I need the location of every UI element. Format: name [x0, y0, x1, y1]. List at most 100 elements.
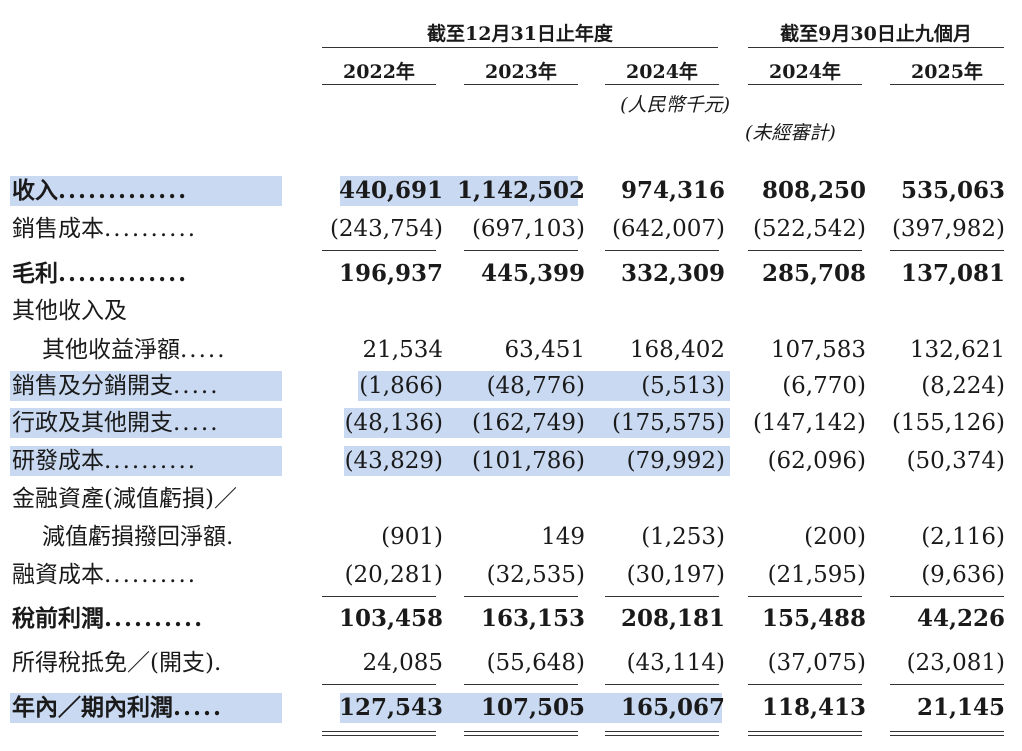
header-group-ninemonth: 截至9月30日止九個月: [780, 23, 972, 45]
row-label: 年內／期內利潤: [12, 694, 173, 721]
row-label: 所得稅抵免／(開支): [12, 650, 214, 676]
total-double-rule: [605, 731, 719, 736]
cell-2025-nine: 137,081: [900, 260, 1005, 287]
cell-2025-nine: (9,636): [921, 562, 1005, 588]
unaudited-note: (未經審計): [745, 122, 836, 144]
row-other-income-net: 其他收益淨額..... 21,534 63,451 168,402 107,58…: [0, 333, 1022, 367]
row-profit-for-period: 年內／期內利潤..... 127,543 107,505 165,067 118…: [0, 691, 1022, 725]
row-impairment-net: 減值虧損撥回淨額. (901) 149 (1,253) (200) (2,116…: [0, 520, 1022, 554]
row-label: 銷售及分銷開支: [12, 373, 173, 399]
cell-2022: (48,136): [344, 410, 443, 436]
cell-2023: 149: [541, 524, 585, 550]
cell-2023: (697,103): [471, 216, 585, 242]
total-double-rule: [322, 731, 436, 736]
row-finance-costs: 融資成本.......... (20,281) (32,535) (30,197…: [0, 558, 1022, 592]
leader-dots: ..........: [104, 562, 198, 588]
row-label: 金融資產(減值虧損)／: [12, 486, 237, 512]
cell-2024: (43,114): [626, 650, 725, 676]
leader-dots: .....: [180, 337, 227, 363]
subtotal-rule: [464, 596, 578, 597]
year-header-2023: 2023年: [485, 61, 557, 83]
row-rnd-costs: 研發成本.......... (43,829) (101,786) (79,99…: [0, 444, 1022, 478]
year-rule-2025-nine: [890, 84, 1004, 85]
subtotal-rule: [464, 250, 578, 251]
row-profit-before-tax: 稅前利潤.......... 103,458 163,153 208,181 1…: [0, 602, 1022, 636]
subtotal-rule: [890, 596, 1004, 597]
cell-2024-nine: (62,096): [767, 448, 866, 474]
cell-2024: (5,513): [641, 373, 725, 399]
cell-2022: (20,281): [344, 562, 443, 588]
total-double-rule: [464, 731, 578, 736]
cell-2024-nine: (522,542): [752, 216, 866, 242]
subtotal-rule: [748, 250, 862, 251]
leader-dots: ..........: [104, 605, 205, 632]
cell-2024: 974,316: [620, 177, 725, 204]
row-impairment-heading: 金融資產(減值虧損)／: [0, 482, 1022, 516]
cell-2022: 24,085: [362, 650, 443, 676]
cell-2024: 208,181: [620, 605, 725, 632]
leader-dots: .....: [173, 373, 220, 399]
leader-dots: .............: [58, 177, 189, 204]
cell-2022: 103,458: [338, 605, 443, 632]
year-rule-2024-nine: [748, 84, 862, 85]
subtotal-rule: [605, 684, 719, 685]
cell-2024-nine: 118,413: [761, 694, 866, 721]
subtotal-rule: [748, 596, 862, 597]
cell-2025-nine: (2,116): [921, 524, 1005, 550]
subtotal-rule: [322, 684, 436, 685]
cell-2023: 445,399: [480, 260, 585, 287]
header-group-annual-rule: [322, 47, 718, 48]
row-label: 銷售成本: [12, 216, 104, 242]
year-rule-2023: [464, 84, 578, 85]
leader-dots: .....: [173, 410, 220, 436]
cell-2025-nine: 535,063: [900, 177, 1005, 204]
row-label: 稅前利潤: [12, 605, 104, 632]
row-label: 融資成本: [12, 562, 104, 588]
cell-2022: 440,691: [338, 177, 443, 204]
cell-2024-nine: 155,488: [761, 605, 866, 632]
cell-2023: (162,749): [471, 410, 585, 436]
cell-2022: (43,829): [344, 448, 443, 474]
row-label: 減值虧損撥回淨額: [42, 524, 226, 550]
row-cost-of-sales: 銷售成本.......... (243,754) (697,103) (642,…: [0, 212, 1022, 246]
cell-2024: (1,253): [641, 524, 725, 550]
leader-dots: ..........: [104, 448, 198, 474]
leader-dots: .: [226, 524, 236, 550]
row-label: 毛利: [12, 260, 58, 287]
cell-2024: (30,197): [626, 562, 725, 588]
cell-2024-nine: (6,770): [782, 373, 866, 399]
subtotal-rule: [322, 596, 436, 597]
leader-dots: ..........: [104, 216, 198, 242]
cell-2022: 127,543: [338, 694, 443, 721]
cell-2023: (32,535): [486, 562, 585, 588]
cell-2025-nine: (23,081): [906, 650, 1005, 676]
cell-2024: (175,575): [611, 410, 725, 436]
row-label: 其他收益淨額: [42, 337, 180, 363]
cell-2022: 21,534: [362, 337, 443, 363]
total-double-rule: [748, 731, 862, 736]
cell-2022: (1,866): [359, 373, 443, 399]
subtotal-rule: [464, 684, 578, 685]
subtotal-rule: [605, 596, 719, 597]
cell-2023: 107,505: [480, 694, 585, 721]
cell-2023: 1,142,502: [456, 177, 585, 204]
cell-2025-nine: (397,982): [891, 216, 1005, 242]
row-admin-expenses: 行政及其他開支..... (48,136) (162,749) (175,575…: [0, 406, 1022, 440]
cell-2024: 168,402: [629, 337, 725, 363]
cell-2025-nine: (155,126): [891, 410, 1005, 436]
subtotal-rule: [890, 250, 1004, 251]
cell-2023: 63,451: [504, 337, 585, 363]
year-rule-2024: [605, 84, 719, 85]
header-group-annual: 截至12月31日止年度: [427, 23, 613, 45]
cell-2024-nine: 808,250: [761, 177, 866, 204]
year-header-2025-nine: 2025年: [911, 61, 983, 83]
cell-2023: 163,153: [480, 605, 585, 632]
subtotal-rule: [890, 684, 1004, 685]
cell-2022: (901): [381, 524, 443, 550]
row-label: 研發成本: [12, 448, 104, 474]
header-group-ninemonth-rule: [748, 47, 1004, 48]
cell-2023: (101,786): [471, 448, 585, 474]
row-revenue: 收入............. 440,691 1,142,502 974,31…: [0, 174, 1022, 208]
cell-2024: (79,992): [626, 448, 725, 474]
row-label: 行政及其他開支: [12, 410, 173, 436]
